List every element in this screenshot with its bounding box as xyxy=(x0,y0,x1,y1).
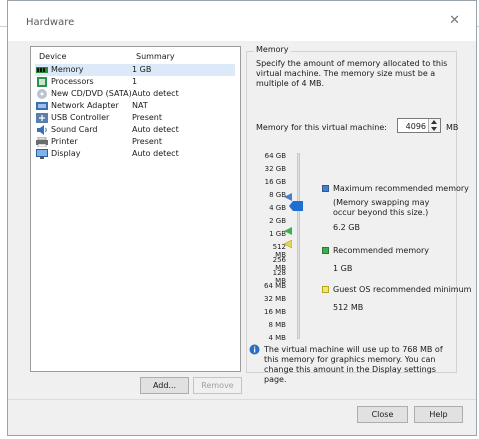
memory-icon xyxy=(36,67,48,73)
recommended-memory-marker-icon xyxy=(284,227,292,235)
column-header-summary[interactable]: Summary xyxy=(136,52,175,61)
scale-tick: 64 MB xyxy=(264,282,286,290)
device-name: Processors xyxy=(51,77,94,86)
printer-icon xyxy=(36,137,48,147)
scale-tick: 64 GB xyxy=(264,152,286,160)
footer-divider xyxy=(8,399,476,400)
scale-tick: 16 MB xyxy=(264,308,286,316)
speaker-icon xyxy=(37,125,47,135)
scale-tick: 16 GB xyxy=(264,178,286,186)
max-memory-value: 6.2 GB xyxy=(333,223,360,232)
remove-button[interactable]: Remove xyxy=(193,377,242,394)
device-name: New CD/DVD (SATA) xyxy=(51,89,132,98)
device-list[interactable]: Device Summary Memory 1 GB Processors 1 … xyxy=(30,46,241,372)
scale-tick: 2 GB xyxy=(269,217,286,225)
device-name: Network Adapter xyxy=(51,101,119,110)
guest-minimum-value: 512 MB xyxy=(333,303,364,312)
max-memory-label: Maximum recommended memory xyxy=(333,184,469,193)
memory-description: Specify the amount of memory allocated t… xyxy=(256,59,448,88)
recommended-memory-label: Recommended memory xyxy=(333,246,430,255)
max-memory-note: (Memory swapping may occur beyond this s… xyxy=(333,198,430,217)
monitor-icon xyxy=(36,149,48,159)
memory-field-label: Memory for this virtual machine: xyxy=(256,123,387,132)
device-summary: NAT xyxy=(132,101,148,110)
memory-slider-thumb[interactable] xyxy=(289,201,303,211)
memory-group-title: Memory xyxy=(254,45,291,54)
spin-up-icon[interactable] xyxy=(431,120,437,124)
memory-size-spinner[interactable] xyxy=(428,119,440,132)
help-button[interactable]: Help xyxy=(414,406,463,423)
memory-size-input[interactable]: 4096 xyxy=(397,118,441,133)
device-row-display[interactable]: Display Auto detect xyxy=(35,148,235,160)
device-row-printer[interactable]: Printer Present xyxy=(35,136,235,148)
cd-dvd-icon xyxy=(37,89,47,99)
title-bar: Hardware ✕ xyxy=(8,1,476,41)
scale-tick: 4 GB xyxy=(269,204,286,212)
device-row-usb-controller[interactable]: USB Controller Present xyxy=(35,112,235,124)
scale-tick: 8 GB xyxy=(269,191,286,199)
device-summary: Auto detect xyxy=(132,125,179,134)
guest-minimum-marker-icon xyxy=(284,240,292,248)
close-button[interactable]: Close xyxy=(357,406,408,423)
graphics-memory-info: The virtual machine will use up to 768 M… xyxy=(264,345,443,384)
memory-size-value: 4096 xyxy=(405,122,426,131)
info-icon xyxy=(249,344,260,355)
device-row-network-adapter[interactable]: Network Adapter NAT xyxy=(35,100,235,112)
memory-slider-track[interactable] xyxy=(297,153,300,339)
recommended-memory-swatch xyxy=(322,247,329,254)
dialog-title: Hardware xyxy=(26,17,75,28)
device-name: USB Controller xyxy=(51,113,110,122)
usb-icon xyxy=(36,113,48,123)
scale-tick: 4 MB xyxy=(268,334,286,342)
processor-icon xyxy=(37,77,47,87)
add-button[interactable]: Add... xyxy=(140,377,189,394)
close-icon[interactable]: ✕ xyxy=(449,13,460,28)
device-summary: Present xyxy=(132,137,163,146)
device-name: Display xyxy=(51,149,81,158)
device-summary: Auto detect xyxy=(132,149,179,158)
device-row-cd-dvd[interactable]: New CD/DVD (SATA) Auto detect xyxy=(35,88,235,100)
guest-minimum-label: Guest OS recommended minimum xyxy=(333,285,472,294)
device-row-sound-card[interactable]: Sound Card Auto detect xyxy=(35,124,235,136)
memory-unit: MB xyxy=(446,123,459,132)
scale-tick: 1 GB xyxy=(269,230,286,238)
device-summary: Auto detect xyxy=(132,89,179,98)
device-name: Printer xyxy=(51,137,78,146)
guest-minimum-swatch xyxy=(322,286,329,293)
scale-tick: 32 MB xyxy=(264,295,286,303)
device-summary: 1 xyxy=(132,77,138,86)
scale-tick: 32 GB xyxy=(264,165,286,173)
device-summary: 1 GB xyxy=(132,65,152,74)
device-name: Sound Card xyxy=(51,125,98,134)
device-name: Memory xyxy=(51,65,84,74)
scale-tick: 8 MB xyxy=(268,321,286,329)
column-header-device[interactable]: Device xyxy=(39,52,66,61)
recommended-memory-value: 1 GB xyxy=(333,264,353,273)
device-row-memory[interactable]: Memory 1 GB xyxy=(35,64,235,76)
device-summary: Present xyxy=(132,113,163,122)
network-adapter-icon xyxy=(36,102,48,110)
max-memory-marker-icon xyxy=(284,193,292,201)
max-memory-swatch xyxy=(322,185,329,192)
background-line xyxy=(0,26,7,27)
device-row-processors[interactable]: Processors 1 xyxy=(35,76,235,88)
spin-down-icon[interactable] xyxy=(431,127,437,131)
